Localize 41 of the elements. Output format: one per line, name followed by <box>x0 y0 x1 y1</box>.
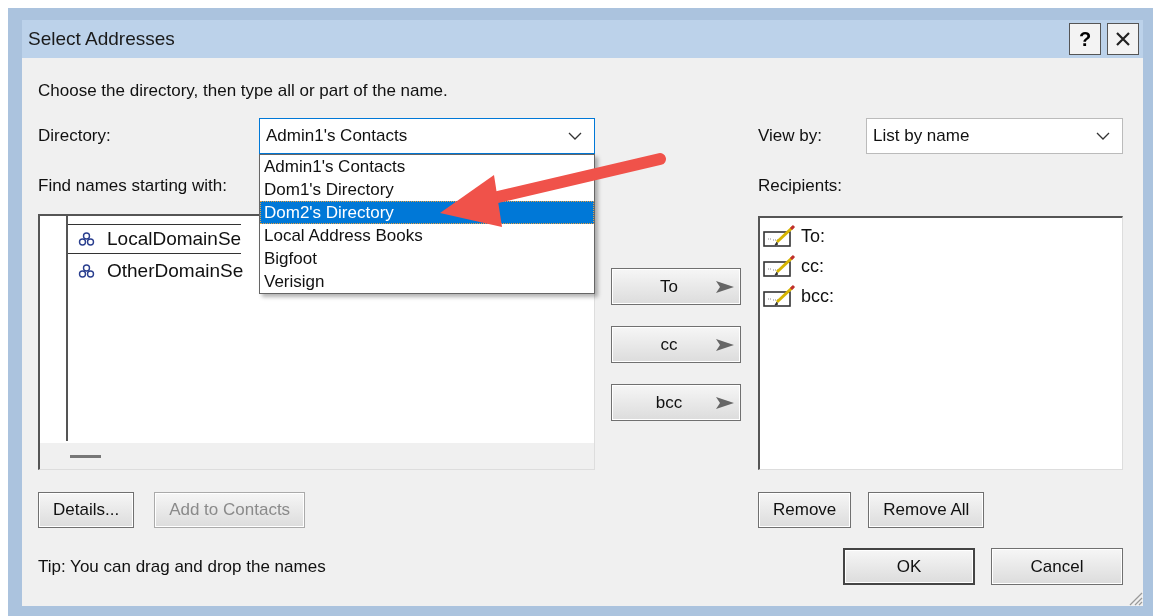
find-label: Find names starting with: <box>38 175 228 197</box>
envelope-pencil-icon <box>763 224 797 248</box>
recipient-field[interactable]: bcc: <box>763 281 1119 311</box>
triangle-right-icon <box>716 395 734 410</box>
dialog-button[interactable]: Remove <box>758 492 852 528</box>
recipients-label: Recipients: <box>758 175 843 197</box>
window-title: Select Addresses <box>28 28 175 50</box>
envelope-pencil-icon <box>763 254 797 278</box>
directory-entry[interactable]: OtherDomainSe <box>68 256 244 286</box>
dialog-button[interactable]: Cancel <box>991 548 1123 585</box>
dropdown-option[interactable]: Verisign <box>260 270 594 293</box>
add-recipient-button[interactable]: To <box>611 268 741 305</box>
view-by-label: View by: <box>758 125 823 147</box>
tip-text: Tip: You can drag and drop the names <box>38 556 327 578</box>
dropdown-option[interactable]: Bigfoot <box>260 247 594 270</box>
directory-dropdown[interactable]: Admin1's Contacts <box>259 118 595 154</box>
dialog-button[interactable]: OK <box>843 548 975 585</box>
horizontal-scrollbar[interactable] <box>40 443 594 469</box>
recipient-field[interactable]: To: <box>763 221 1119 251</box>
close-button[interactable] <box>1107 23 1139 55</box>
directory-entry[interactable]: LocalDomainSe <box>68 224 242 254</box>
dialog-button[interactable]: Remove All <box>868 492 985 528</box>
instruction-text: Choose the directory, then type all or part of the name. <box>38 80 449 102</box>
dropdown-option[interactable]: Dom1's Directory <box>260 178 594 201</box>
triangle-right-icon <box>716 337 734 352</box>
dialog-button[interactable]: Details... <box>38 492 135 528</box>
close-icon <box>1115 31 1131 47</box>
chevron-down-icon <box>568 132 582 140</box>
dropdown-option[interactable]: Admin1's Contacts <box>260 155 594 178</box>
contacts-icon <box>78 263 95 279</box>
add-recipient-button[interactable]: bcc <box>611 384 741 421</box>
directory-label: Directory: <box>38 125 112 147</box>
envelope-pencil-icon <box>763 284 797 308</box>
triangle-right-icon <box>716 279 734 294</box>
contacts-icon <box>78 231 95 247</box>
dropdown-option[interactable]: Local Address Books <box>260 224 594 247</box>
recipient-field[interactable]: cc: <box>763 251 1119 281</box>
chevron-down-icon <box>1096 132 1110 140</box>
add-recipient-button[interactable]: cc <box>611 326 741 363</box>
help-button[interactable]: ? <box>1069 23 1101 55</box>
view-by-dropdown[interactable]: List by name <box>866 118 1123 154</box>
